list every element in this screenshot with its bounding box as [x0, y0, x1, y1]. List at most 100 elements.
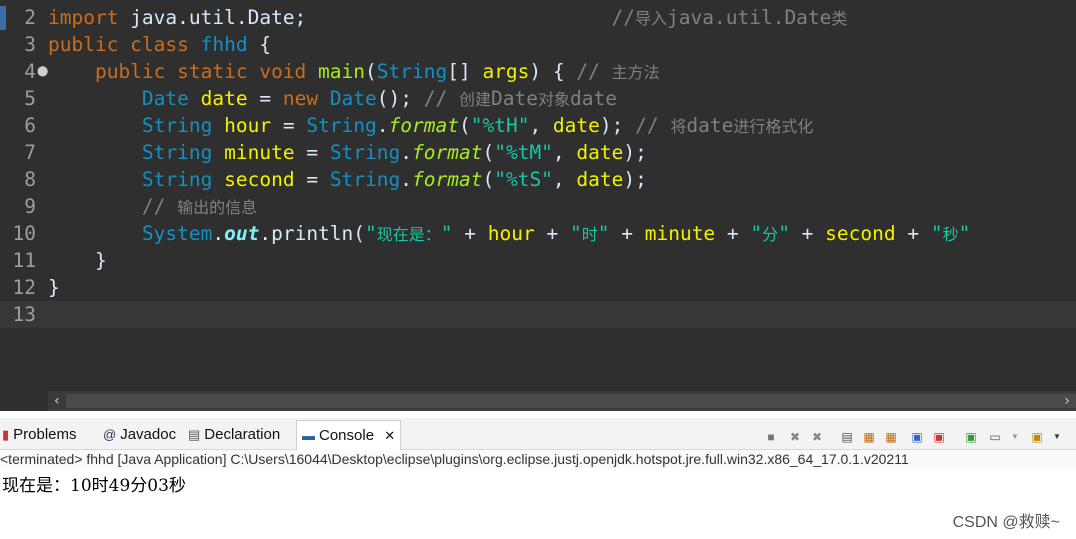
code-token: []	[447, 60, 483, 83]
fold-marker-icon[interactable]: ⬤	[37, 58, 48, 85]
line-number: 13	[12, 303, 36, 326]
code-line[interactable]: 12}	[0, 274, 1076, 301]
problems-icon: ▮	[2, 427, 10, 442]
code-token: .	[376, 114, 389, 137]
code-line[interactable]: 10 System.out.println("现在是：" + hour + "时…	[0, 220, 1076, 247]
show-on-stdout-icon[interactable]: ▣	[908, 428, 926, 446]
javadoc-icon: @	[103, 427, 117, 442]
line-number: 6	[24, 114, 36, 137]
bottom-views-panel: ▮ Problems @ Javadoc ▤ Declaration ▬ Console…	[0, 411, 1076, 539]
code-token: format	[412, 168, 483, 191]
show-on-stderr-icon[interactable]: ▣	[930, 428, 948, 446]
code-token: public static void	[94, 60, 319, 83]
code-token: ) {	[529, 60, 577, 83]
code-token: ,	[552, 168, 577, 191]
code-token: //导入java.util.Date类	[611, 6, 848, 29]
code-text: System.out.println("现在是：" + hour + "时" +…	[48, 220, 970, 248]
scroll-right-icon[interactable]: ›	[1058, 391, 1076, 411]
scroll-left-icon[interactable]: ‹	[48, 391, 66, 411]
code-token: // 创建Date对象date	[423, 87, 617, 110]
code-token: second	[825, 222, 896, 245]
code-line[interactable]: 5 Date date = new Date(); // 创建Date对象dat…	[0, 85, 1076, 112]
tab-problems[interactable]: ▮ Problems	[2, 422, 77, 448]
code-text: }	[48, 274, 60, 301]
code-token: hour	[224, 114, 272, 137]
declaration-icon: ▤	[188, 427, 201, 442]
display-console-icon[interactable]: ▭	[986, 428, 1004, 446]
code-token: "分"	[750, 222, 790, 245]
code-token: (	[482, 168, 495, 191]
code-line[interactable]: 9 // 输出的信息	[0, 193, 1076, 220]
line-number: 8	[24, 168, 36, 191]
code-token: {	[247, 33, 272, 56]
scrollbar-gutter	[0, 391, 48, 411]
code-token: second	[224, 168, 295, 191]
console-description: <terminated> fhhd [Java Application] C:\…	[0, 450, 1076, 469]
code-token: format	[412, 141, 483, 164]
code-token: +	[895, 222, 931, 245]
code-token: // 将date进行格式化	[635, 114, 814, 137]
code-token: );	[623, 141, 647, 164]
console-output[interactable]: 现在是：10时49分03秒	[2, 471, 186, 496]
code-line[interactable]: 13	[0, 301, 1076, 328]
code-line[interactable]: 4 ⬤ public static void main(String[] args…	[0, 58, 1076, 85]
clear-console-icon[interactable]: ▤	[838, 428, 856, 446]
code-token: =	[294, 168, 330, 191]
word-wrap-icon[interactable]: ▦	[882, 428, 900, 446]
code-token: ,	[529, 114, 553, 137]
chevron-down-icon[interactable]: ▼	[1006, 428, 1024, 446]
code-token: +	[715, 222, 751, 245]
code-editor[interactable]: 2 import java.util.Date; //导入java.util.Da…	[0, 0, 1076, 391]
code-token: +	[452, 222, 488, 245]
tab-console[interactable]: ▬ Console ✕	[296, 420, 402, 450]
code-token: public class	[48, 33, 201, 56]
remove-all-terminated-icon[interactable]: ✖	[808, 428, 826, 446]
code-token: .	[400, 168, 413, 191]
code-token: =	[247, 87, 283, 110]
console-toolbar: ■ ✖ ✖ ▤ ▦ ▦ ▣ ▣ ▣ ▭ ▼ ▣ ▼	[762, 428, 1076, 450]
scroll-lock-icon[interactable]: ▦	[860, 428, 878, 446]
remove-launch-icon[interactable]: ✖	[786, 428, 804, 446]
code-line[interactable]: 8 String second = String.format("%tS", d…	[0, 166, 1076, 193]
code-line[interactable]: 11 }	[0, 247, 1076, 274]
code-token: (	[482, 141, 495, 164]
close-icon[interactable]: ✕	[384, 428, 395, 443]
code-token: import	[48, 6, 119, 29]
tab-javadoc[interactable]: @ Javadoc	[103, 422, 176, 448]
code-token: hour	[487, 222, 535, 245]
code-token: // 输出的信息	[141, 195, 258, 218]
code-line[interactable]: 6 String hour = String.format("%tH", dat…	[0, 112, 1076, 139]
code-text: import java.util.Date; //导入java.util.Dat…	[48, 4, 847, 32]
line-number: 3	[24, 33, 36, 56]
code-token: .println(	[259, 222, 366, 245]
code-token: minute	[224, 141, 295, 164]
pin-console-icon[interactable]: ▣	[962, 428, 980, 446]
code-line[interactable]: 3 public class fhhd {	[0, 31, 1076, 58]
view-menu-icon[interactable]: ▼	[1048, 428, 1066, 446]
scrollbar-thumb[interactable]	[66, 394, 1076, 408]
open-console-icon[interactable]: ▣	[1028, 428, 1046, 446]
code-line[interactable]: 2 import java.util.Date; //导入java.util.Da…	[0, 4, 1076, 31]
code-token: minute	[644, 222, 716, 245]
code-token: date	[576, 168, 624, 191]
code-token: Date	[141, 87, 189, 110]
code-text: String second = String.format("%tS", dat…	[48, 166, 647, 193]
code-token: =	[271, 114, 307, 137]
code-token: +	[534, 222, 570, 245]
code-token: );	[599, 114, 636, 137]
code-token: java.util.Date;	[118, 6, 612, 29]
code-token: "时"	[569, 222, 610, 245]
code-token: main	[318, 60, 365, 83]
tab-console-label: Console	[319, 427, 375, 444]
horizontal-scrollbar[interactable]: ‹ ›	[48, 391, 1076, 411]
code-line[interactable]: 7 String minute = String.format("%tM", d…	[0, 139, 1076, 166]
tab-declaration[interactable]: ▤ Declaration	[188, 422, 280, 448]
code-token: // 主方法	[576, 60, 660, 83]
terminate-icon[interactable]: ■	[762, 428, 780, 446]
